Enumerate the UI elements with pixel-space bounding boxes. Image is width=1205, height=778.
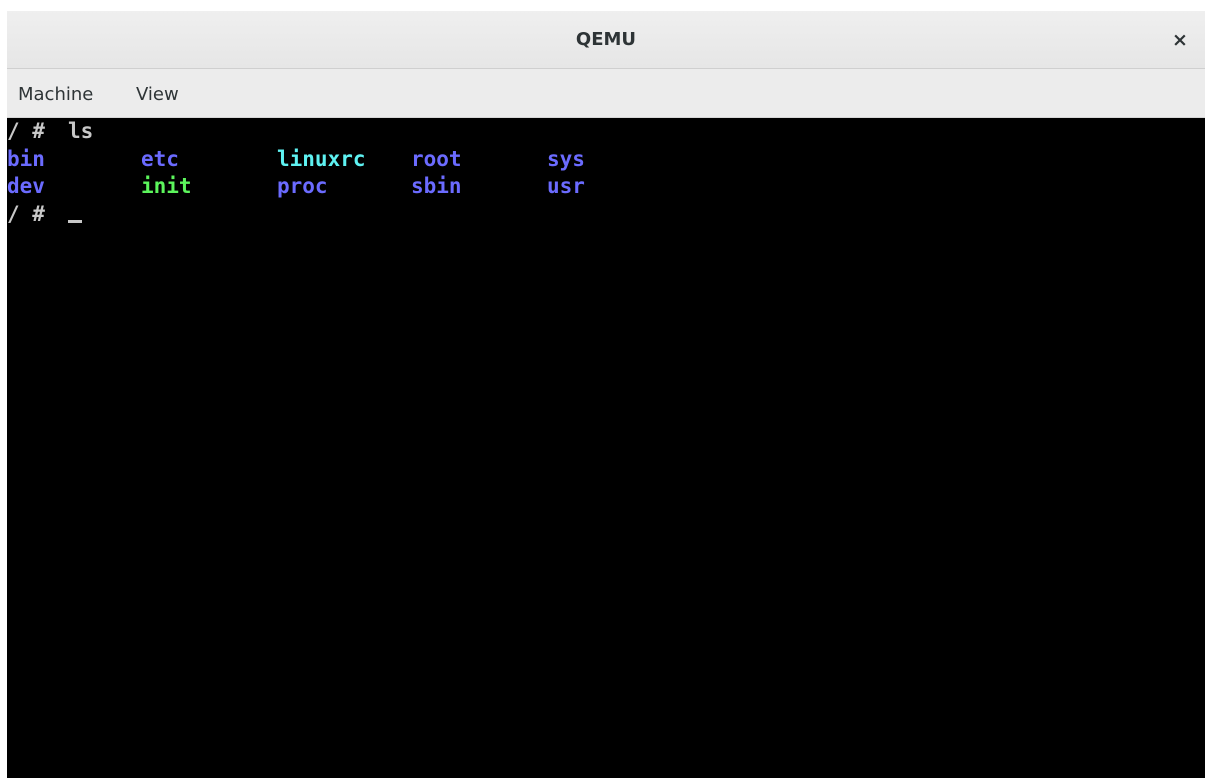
text-cursor <box>68 220 82 223</box>
listing-entry: sys <box>547 147 585 171</box>
menu-machine[interactable]: Machine <box>18 69 93 118</box>
listing-entry: bin <box>7 147 45 171</box>
window-title: QEMU <box>575 29 637 50</box>
command-line: / # ls <box>7 118 93 145</box>
menu-view[interactable]: View <box>136 69 179 118</box>
title-bar[interactable]: QEMU × <box>7 11 1205 69</box>
close-icon[interactable]: × <box>1165 25 1195 55</box>
menu-bar: Machine View <box>7 69 1205 118</box>
listing-entry: etc <box>141 147 179 171</box>
command-text: ls <box>68 119 94 143</box>
listing-row-1: bin etc linuxrc root sys <box>7 146 585 173</box>
listing-entry: usr <box>547 174 585 198</box>
prompt-line: / # <box>7 201 83 228</box>
listing-entry: linuxrc <box>277 147 366 171</box>
prompt: / # <box>7 202 45 226</box>
terminal-screen[interactable]: / # ls bin etc linuxrc root sys dev init… <box>7 118 1205 778</box>
listing-entry: root <box>411 147 462 171</box>
listing-entry: proc <box>277 174 328 198</box>
listing-entry: dev <box>7 174 45 198</box>
qemu-window: QEMU × Machine View / # ls bin etc linux… <box>7 11 1205 778</box>
listing-row-2: dev init proc sbin usr <box>7 173 585 200</box>
listing-entry: init <box>141 174 192 198</box>
prompt: / # <box>7 119 45 143</box>
listing-entry: sbin <box>411 174 462 198</box>
